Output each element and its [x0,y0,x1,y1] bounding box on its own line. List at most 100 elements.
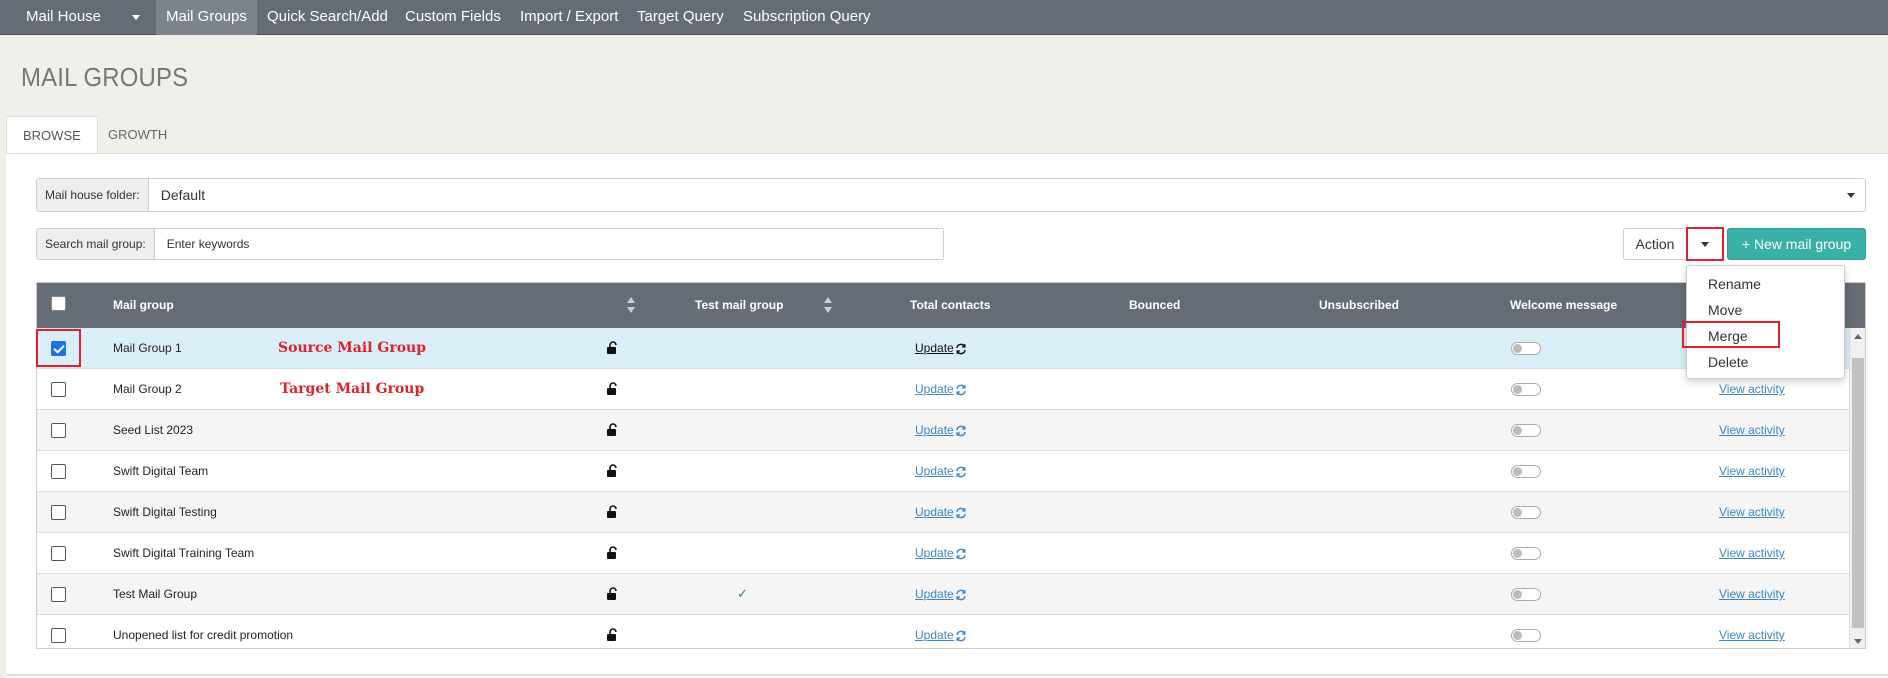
welcome-message-toggle[interactable] [1511,424,1541,437]
nav-mail-house-dropdown[interactable] [122,0,150,35]
action-button[interactable]: Action [1623,228,1687,260]
unlock-icon[interactable] [605,423,619,437]
view-activity-link[interactable]: View activity [1719,574,1785,614]
refresh-icon[interactable] [955,588,967,601]
update-link[interactable]: Update [915,574,954,614]
scroll-up-icon[interactable] [1854,334,1862,339]
nav-mail-groups[interactable]: Mail Groups [156,0,257,35]
select-all-checkbox[interactable] [51,296,66,311]
nav-subscription-query[interactable]: Subscription Query [733,0,881,35]
view-activity-link[interactable]: View activity [1719,451,1785,491]
table-row[interactable]: Seed List 2023 Update View activity [37,410,1849,451]
unlock-icon[interactable] [605,341,619,355]
new-mail-group-button[interactable]: + New mail group [1727,228,1866,260]
folder-label: Mail house folder: [37,179,149,211]
row-checkbox[interactable] [51,587,66,602]
menu-item-delete[interactable]: Delete [1708,350,1748,374]
welcome-message-toggle[interactable] [1511,629,1541,642]
welcome-message-toggle[interactable] [1511,342,1541,355]
folder-select[interactable]: Default [149,179,1865,211]
row-checkbox[interactable] [51,546,66,561]
view-activity-link[interactable]: View activity [1719,533,1785,573]
row-checkbox[interactable] [51,423,66,438]
nav-import-export[interactable]: Import / Export [510,0,628,35]
sort-icon[interactable] [824,297,832,315]
nav-custom-fields-label: Custom Fields [405,8,501,25]
update-link[interactable]: Update [915,410,954,450]
refresh-icon[interactable] [955,465,967,478]
update-link[interactable]: Update [915,615,954,648]
welcome-message-toggle[interactable] [1511,506,1541,519]
nav-quick-search-label: Quick Search/Add [267,8,388,25]
mail-group-name: Mail Group 1 [113,341,182,355]
welcome-message-toggle[interactable] [1511,465,1541,478]
nav-import-export-label: Import / Export [520,8,619,25]
mail-group-name: Swift Digital Testing [113,505,217,519]
chevron-down-icon [132,14,140,20]
welcome-message-toggle[interactable] [1511,383,1541,396]
table-row[interactable]: Swift Digital Training Team Update View ac… [37,533,1849,574]
mail-group-name: Seed List 2023 [113,423,194,437]
update-link[interactable]: Update [915,533,954,573]
unlock-icon[interactable] [605,587,619,601]
unlock-icon[interactable] [605,382,619,396]
page-title: MAIL GROUPS [21,62,189,92]
nav-mail-house-label: Mail House [26,8,102,25]
nav-custom-fields[interactable]: Custom Fields [395,0,511,35]
col-unsubscribed: Unsubscribed [1319,298,1400,312]
mail-group-name: Unopened list for credit promotion [113,628,294,642]
unlock-icon[interactable] [605,628,619,642]
view-activity-link[interactable]: View activity [1719,492,1785,532]
folder-select-group: Mail house folder: Default [36,178,1866,212]
nav-mail-house[interactable]: Mail House [16,0,111,35]
merge-highlight [1682,321,1780,348]
col-test-mail-group[interactable]: Test mail group [695,283,783,328]
update-link[interactable]: Update [915,451,954,491]
table-scrollbar[interactable] [1849,328,1865,648]
tab-growth[interactable]: GROWTH [92,116,183,154]
refresh-icon[interactable] [955,383,967,396]
update-link[interactable]: Update [915,328,954,368]
unlock-icon[interactable] [605,505,619,519]
menu-item-rename[interactable]: Rename [1708,272,1761,296]
mail-group-name: Mail Group 2 [113,382,182,396]
view-activity-link[interactable]: View activity [1719,410,1785,450]
search-input[interactable] [154,229,943,259]
checkbox-highlight [36,329,81,367]
update-link[interactable]: Update [915,369,954,409]
col-total-contacts: Total contacts [910,298,991,312]
unlock-icon[interactable] [605,464,619,478]
tab-browse[interactable]: BROWSE [6,116,98,154]
target-annotation: Target Mail Group [280,381,425,397]
scroll-thumb[interactable] [1852,358,1864,628]
col-mail-group[interactable]: Mail group [113,283,174,328]
nav-target-query[interactable]: Target Query [627,0,734,35]
mail-group-name: Swift Digital Team [113,464,209,478]
row-checkbox[interactable] [51,505,66,520]
refresh-icon[interactable] [955,342,967,355]
refresh-icon[interactable] [955,629,967,642]
welcome-message-toggle[interactable] [1511,588,1541,601]
scroll-down-icon[interactable] [1854,639,1862,644]
sort-icon[interactable] [627,297,635,315]
view-activity-link[interactable]: View activity [1719,615,1785,648]
update-link[interactable]: Update [915,492,954,532]
refresh-icon[interactable] [955,424,967,437]
row-checkbox[interactable] [51,628,66,643]
table-row[interactable]: Unopened list for credit promotion Update… [37,615,1849,648]
table-row[interactable]: Test Mail Group ✓ Update View activity [37,574,1849,615]
nav-subscription-query-label: Subscription Query [743,8,871,25]
refresh-icon[interactable] [955,547,967,560]
row-checkbox[interactable] [51,382,66,397]
menu-item-move[interactable]: Move [1708,298,1742,322]
welcome-message-toggle[interactable] [1511,547,1541,560]
row-checkbox[interactable] [51,464,66,479]
unlock-icon[interactable] [605,546,619,560]
refresh-icon[interactable] [955,506,967,519]
check-icon: ✓ [737,586,748,601]
top-navigation-bar: Mail House Mail Groups Quick Search/Add … [0,0,1888,35]
table-row[interactable]: Swift Digital Testing Update View activity [37,492,1849,533]
table-row[interactable]: Swift Digital Team Update View activity [37,451,1849,492]
mail-group-name: Swift Digital Training Team [113,546,255,560]
nav-quick-search[interactable]: Quick Search/Add [257,0,398,35]
